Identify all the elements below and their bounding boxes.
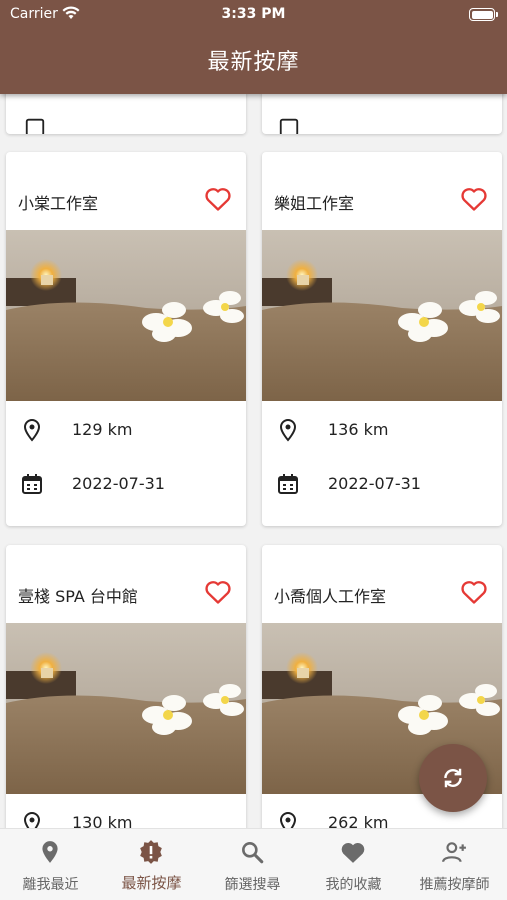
distance-text: 130 km (72, 813, 133, 828)
battery-icon (469, 8, 498, 21)
add-person-icon (442, 842, 466, 863)
spa-photo (6, 230, 246, 401)
card-title: 小喬個人工作室 (274, 587, 387, 606)
date-row: 2022-07-31 (262, 469, 502, 499)
distance-row: 130 km (6, 808, 246, 828)
card-partial-left[interactable] (6, 94, 246, 134)
calendar-icon (279, 118, 299, 134)
refresh-icon (444, 768, 462, 788)
status-time: 3:33 PM (221, 6, 286, 22)
nav-item-recommend[interactable]: 推薦按摩師 (404, 829, 505, 900)
location-pin-icon (42, 841, 58, 863)
page-title: 最新按摩 (207, 50, 300, 75)
date-text: 2022-07-31 (328, 474, 421, 493)
distance-row: 262 km (262, 808, 502, 828)
card-title: 小棠工作室 (18, 194, 99, 213)
distance-row: 129 km (6, 415, 246, 445)
nav-label: 最新按摩 (121, 874, 182, 892)
heart-outline-icon[interactable] (460, 186, 488, 212)
heart-icon (341, 843, 365, 863)
nav-label: 篩選搜尋 (224, 877, 281, 893)
status-bar: Carrier 3:33 PM (0, 4, 507, 24)
search-icon (242, 842, 264, 864)
location-pin-icon (279, 418, 297, 442)
distance-text: 262 km (328, 813, 389, 828)
distance-row: 136 km (262, 415, 502, 445)
nav-item-nearby[interactable]: 離我最近 (0, 829, 101, 900)
date-text: 2022-07-31 (72, 474, 165, 493)
bottom-nav: 離我最近 最新按摩 篩選搜尋 我的收藏 推薦按摩師 (0, 828, 507, 900)
calendar-icon (25, 118, 45, 134)
nav-item-favorites[interactable]: 我的收藏 (303, 829, 404, 900)
nav-item-search[interactable]: 篩選搜尋 (202, 829, 303, 900)
heart-outline-icon[interactable] (460, 579, 488, 605)
app-bar: Carrier 3:33 PM 最新按摩 (0, 0, 507, 94)
distance-text: 136 km (328, 420, 389, 439)
refresh-button[interactable] (419, 744, 487, 812)
spa-photo (262, 230, 502, 401)
location-pin-icon (279, 811, 297, 828)
card-title: 壹棧 SPA 台中館 (18, 587, 138, 606)
card-partial-right[interactable] (262, 94, 502, 134)
nav-label: 離我最近 (22, 877, 79, 893)
massage-card[interactable]: 樂姐工作室 136 km 2022-07-31 (262, 152, 502, 526)
alert-badge-icon (140, 840, 162, 864)
massage-card[interactable]: 小棠工作室 129 km 2022-07-31 (6, 152, 246, 526)
distance-text: 129 km (72, 420, 133, 439)
nav-label: 我的收藏 (325, 877, 382, 893)
calendar-icon (22, 474, 42, 494)
location-pin-icon (23, 418, 41, 442)
calendar-icon (278, 474, 298, 494)
date-row: 2022-07-31 (6, 469, 246, 499)
heart-outline-icon[interactable] (204, 186, 232, 212)
heart-outline-icon[interactable] (204, 579, 232, 605)
location-pin-icon (23, 811, 41, 828)
nav-item-latest[interactable]: 最新按摩 (101, 829, 202, 900)
card-grid[interactable]: 小棠工作室 129 km 2022-07-31 樂姐工作室 136 km 202… (0, 94, 507, 828)
spa-photo (6, 623, 246, 794)
nav-label: 推薦按摩師 (419, 877, 490, 893)
card-title: 樂姐工作室 (274, 194, 355, 213)
massage-card[interactable]: 壹棧 SPA 台中館 130 km (6, 545, 246, 828)
